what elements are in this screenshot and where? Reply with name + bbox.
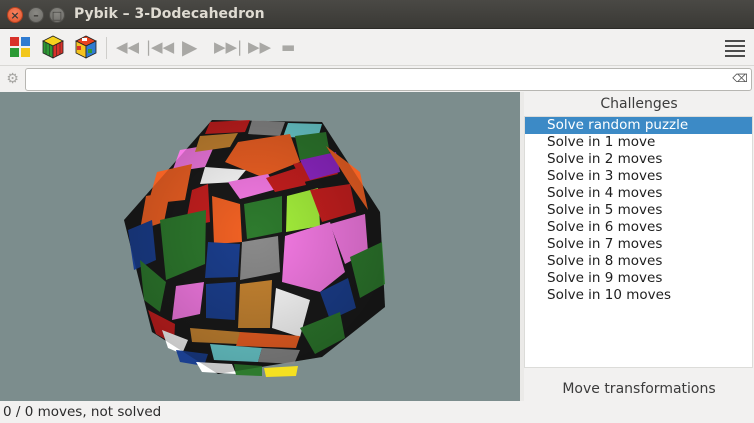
challenge-item[interactable]: Solve in 4 moves — [525, 185, 752, 202]
close-window-button[interactable]: × — [7, 7, 23, 23]
new-game-icon[interactable] — [7, 34, 33, 60]
window-title: Pybik – 3-Dodecahedron — [74, 6, 265, 22]
challenges-list: Solve random puzzle Solve in 1 move Solv… — [524, 116, 753, 368]
challenge-item[interactable]: Solve in 8 moves — [525, 253, 752, 270]
title-bar: × – □ Pybik – 3-Dodecahedron — [0, 0, 754, 29]
dodecahedron-puzzle[interactable] — [0, 92, 520, 401]
previous-button[interactable]: |◀◀ — [146, 37, 174, 57]
challenge-item[interactable]: Solve random puzzle — [525, 117, 752, 134]
challenge-item[interactable]: Solve in 2 moves — [525, 151, 752, 168]
challenge-item[interactable]: Solve in 9 moves — [525, 270, 752, 287]
menu-icon[interactable] — [725, 40, 745, 57]
challenge-item[interactable]: Solve in 5 moves — [525, 202, 752, 219]
sidebar: Challenges Solve random puzzle Solve in … — [524, 92, 754, 401]
challenge-item[interactable]: Solve in 10 moves — [525, 287, 752, 304]
clear-icon[interactable]: ⌫ — [732, 72, 748, 86]
challenges-header[interactable]: Challenges — [524, 94, 754, 114]
puzzle-canvas[interactable] — [0, 92, 520, 401]
play-button[interactable]: ▶ — [182, 37, 197, 57]
forward-button[interactable]: ▶▶ — [248, 37, 271, 57]
moves-input[interactable] — [25, 68, 752, 91]
rewind-button[interactable]: ◀◀ — [116, 37, 139, 57]
moves-edit-icon[interactable]: ⚙ — [3, 70, 22, 89]
challenge-item[interactable]: Solve in 3 moves — [525, 168, 752, 185]
next-button[interactable]: ▶▶| — [214, 37, 242, 57]
stop-button[interactable]: ▬ — [281, 37, 295, 57]
maximize-window-button[interactable]: □ — [49, 7, 65, 23]
challenge-item[interactable]: Solve in 1 move — [525, 134, 752, 151]
new-solved-icon[interactable] — [40, 34, 66, 60]
challenge-item[interactable]: Solve in 6 moves — [525, 219, 752, 236]
toolbar-separator — [106, 37, 107, 59]
edit-row: ⚙ ⌫ — [0, 67, 754, 92]
toolbar: ◀◀ |◀◀ ▶ ▶▶| ▶▶ ▬ — [0, 29, 754, 66]
status-bar: 0 / 0 moves, not solved — [0, 401, 754, 423]
status-text: 0 / 0 moves, not solved — [3, 404, 162, 420]
new-random-icon[interactable] — [73, 34, 99, 60]
move-transformations-header[interactable]: Move transformations — [524, 379, 754, 399]
minimize-window-button[interactable]: – — [28, 7, 44, 23]
challenge-item[interactable]: Solve in 7 moves — [525, 236, 752, 253]
